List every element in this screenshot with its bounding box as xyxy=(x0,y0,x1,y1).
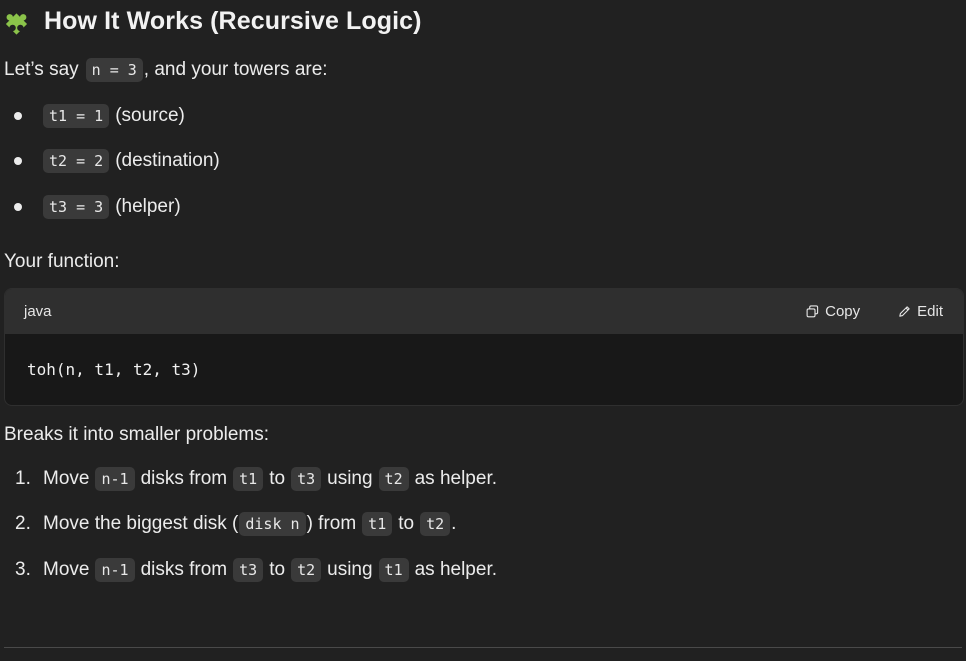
function-label: Your function: xyxy=(4,251,120,272)
copy-label: Copy xyxy=(825,303,861,320)
inline-code: disk n xyxy=(239,512,306,536)
section-heading: How It Works (Recursive Logic) xyxy=(5,4,422,38)
step-text: to xyxy=(269,559,286,580)
inline-code: t3 = 3 xyxy=(43,195,110,219)
inline-code: t2 = 2 xyxy=(43,149,110,173)
intro-text-after: , and your towers are: xyxy=(143,59,328,80)
inline-code: t1 xyxy=(233,467,264,491)
inline-code: t2 xyxy=(378,467,409,491)
inline-code: t1 xyxy=(378,558,409,582)
code-header: java Copy Edit xyxy=(5,289,963,334)
step-text: disks from xyxy=(140,559,228,580)
copy-icon xyxy=(806,305,819,318)
step-text: . xyxy=(451,513,457,534)
page-title: How It Works (Recursive Logic) xyxy=(44,6,422,35)
inline-code: t3 xyxy=(233,558,264,582)
puzzle-piece-icon xyxy=(5,7,34,35)
code-content: toh(n, t1, t2, t3) xyxy=(27,360,201,379)
step-text: ) from xyxy=(306,513,357,534)
step-text: as helper. xyxy=(414,559,498,580)
step-text: as helper. xyxy=(414,468,498,489)
edit-button[interactable]: Edit xyxy=(898,303,943,320)
divider xyxy=(4,647,962,648)
step-text: to xyxy=(269,468,286,489)
pencil-icon xyxy=(899,306,910,317)
code-language-label: java xyxy=(24,303,52,320)
step-text: disks from xyxy=(140,468,228,489)
step-number: 2. xyxy=(15,513,31,534)
step-text: Move xyxy=(43,559,90,580)
step-text: using xyxy=(327,559,373,580)
step-text: Move the biggest disk ( xyxy=(43,513,239,534)
bullet-icon xyxy=(14,203,22,211)
bullet-icon xyxy=(14,112,22,120)
step-text: Move xyxy=(43,468,90,489)
step-number: 3. xyxy=(15,559,31,580)
code-block: java Copy Edit toh(n, t1, t2, t3) xyxy=(4,288,964,406)
inline-code: t2 xyxy=(291,558,322,582)
inline-code: t1 = 1 xyxy=(43,104,110,128)
inline-code: t3 xyxy=(291,467,322,491)
edit-label: Edit xyxy=(917,303,943,320)
tower-desc: (destination) xyxy=(115,150,220,171)
intro-line: Let’s say n = 3 , and your towers are: xyxy=(4,54,328,86)
bullet-icon xyxy=(14,157,22,165)
tower-desc: (source) xyxy=(115,105,185,126)
inline-code: n = 3 xyxy=(85,58,143,82)
inline-code: n-1 xyxy=(95,558,135,582)
step-text: using xyxy=(327,468,373,489)
inline-code: n-1 xyxy=(95,467,135,491)
tower-desc: (helper) xyxy=(115,196,181,217)
intro-text: Let’s say xyxy=(4,59,79,80)
inline-code: t2 xyxy=(420,512,451,536)
step-number: 1. xyxy=(15,468,31,489)
inline-code: t1 xyxy=(362,512,393,536)
step-text: to xyxy=(398,513,415,534)
copy-button[interactable]: Copy xyxy=(806,303,860,320)
breaks-label: Breaks it into smaller problems: xyxy=(4,424,270,445)
